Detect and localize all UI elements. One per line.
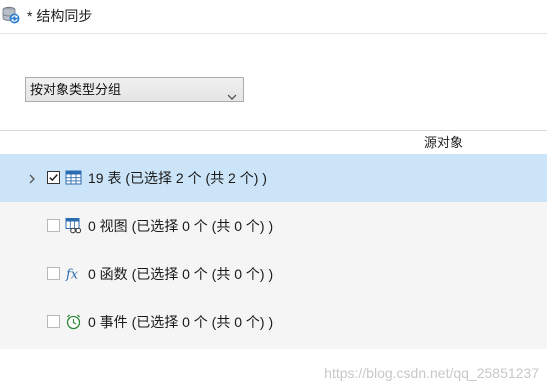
event-clock-icon: [65, 313, 82, 330]
sync-window: * 结构同步 按对象类型分组 源对象 19 表 (已选择 2 个 (共 2 个)…: [0, 0, 547, 392]
column-header: 源对象: [0, 130, 547, 154]
svg-text:fx: fx: [65, 268, 79, 283]
group-by-value: 按对象类型分组: [30, 82, 122, 97]
window-title: * 结构同步: [27, 8, 93, 24]
object-type-tree: 19 表 (已选择 2 个 (共 2 个) ) 0 视图 (已选择 0 个 (共…: [0, 154, 547, 349]
view-icon: [65, 217, 82, 234]
events-checkbox[interactable]: [47, 315, 60, 328]
tree-row-label: 0 函数 (已选择 0 个 (共 0 个) ): [88, 266, 274, 282]
tree-row-label: 0 视图 (已选择 0 个 (共 0 个) ): [88, 218, 274, 234]
database-sync-icon: [2, 6, 20, 24]
chevron-right-icon[interactable]: [27, 172, 37, 184]
tree-row-events[interactable]: 0 事件 (已选择 0 个 (共 0 个) ): [0, 298, 547, 346]
title-bar: * 结构同步: [0, 0, 547, 34]
tables-checkbox[interactable]: [47, 171, 60, 184]
views-checkbox[interactable]: [47, 219, 60, 232]
function-icon: fx: [65, 265, 82, 283]
tree-row-views[interactable]: 0 视图 (已选择 0 个 (共 0 个) ): [0, 202, 547, 250]
table-icon: [65, 169, 82, 186]
tree-row-label: 0 事件 (已选择 0 个 (共 0 个) ): [88, 314, 274, 330]
functions-checkbox[interactable]: [47, 267, 60, 280]
group-by-dropdown[interactable]: 按对象类型分组: [25, 77, 244, 102]
tree-row-tables[interactable]: 19 表 (已选择 2 个 (共 2 个) ): [0, 154, 547, 202]
watermark-text: https://blog.csdn.net/qq_25851237: [324, 365, 539, 381]
chevron-down-icon: [227, 85, 237, 100]
source-objects-column-label: 源对象: [424, 135, 464, 150]
tree-row-label: 19 表 (已选择 2 个 (共 2 个) ): [88, 170, 267, 186]
tree-row-functions[interactable]: fx 0 函数 (已选择 0 个 (共 0 个) ): [0, 250, 547, 298]
